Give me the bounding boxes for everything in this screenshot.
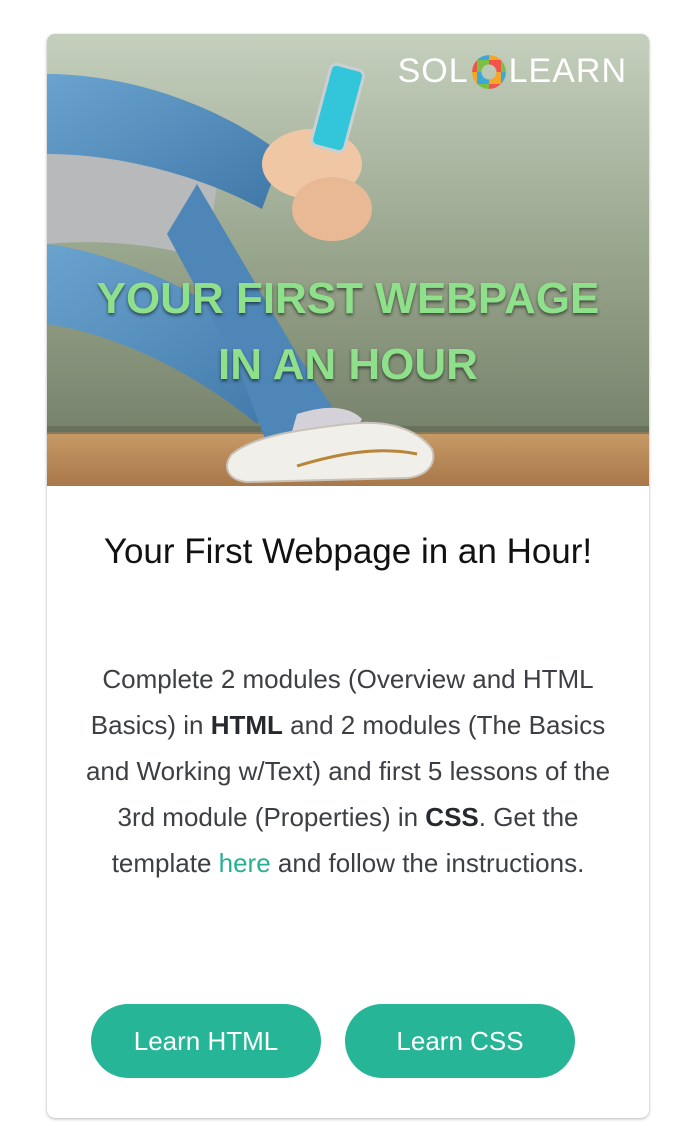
learn-css-button[interactable]: Learn CSS bbox=[345, 1004, 575, 1078]
desc-bold-html: HTML bbox=[210, 710, 283, 740]
card-title: Your First Webpage in an Hour! bbox=[103, 532, 593, 571]
lesson-card: SOL LEARN YOUR FIRST WEBPAGE IN AN HOUR … bbox=[47, 34, 649, 1118]
template-link[interactable]: here bbox=[219, 848, 271, 878]
logo-text-left: SOL bbox=[397, 52, 469, 90]
logo-ring-icon bbox=[471, 54, 506, 89]
sololearn-logo: SOL LEARN bbox=[398, 52, 627, 91]
banner-title: YOUR FIRST WEBPAGE IN AN HOUR bbox=[96, 274, 600, 389]
logo-text-right: LEARN bbox=[508, 52, 627, 90]
learn-html-button[interactable]: Learn HTML bbox=[91, 1004, 321, 1078]
card-description: Complete 2 modules (Overview and HTML Ba… bbox=[77, 656, 619, 886]
desc-bold-css: CSS bbox=[425, 802, 479, 832]
desc-text: and follow the instructions. bbox=[270, 848, 585, 878]
banner-image: SOL LEARN YOUR FIRST WEBPAGE IN AN HOUR bbox=[47, 34, 649, 486]
banner-photo bbox=[47, 34, 649, 486]
